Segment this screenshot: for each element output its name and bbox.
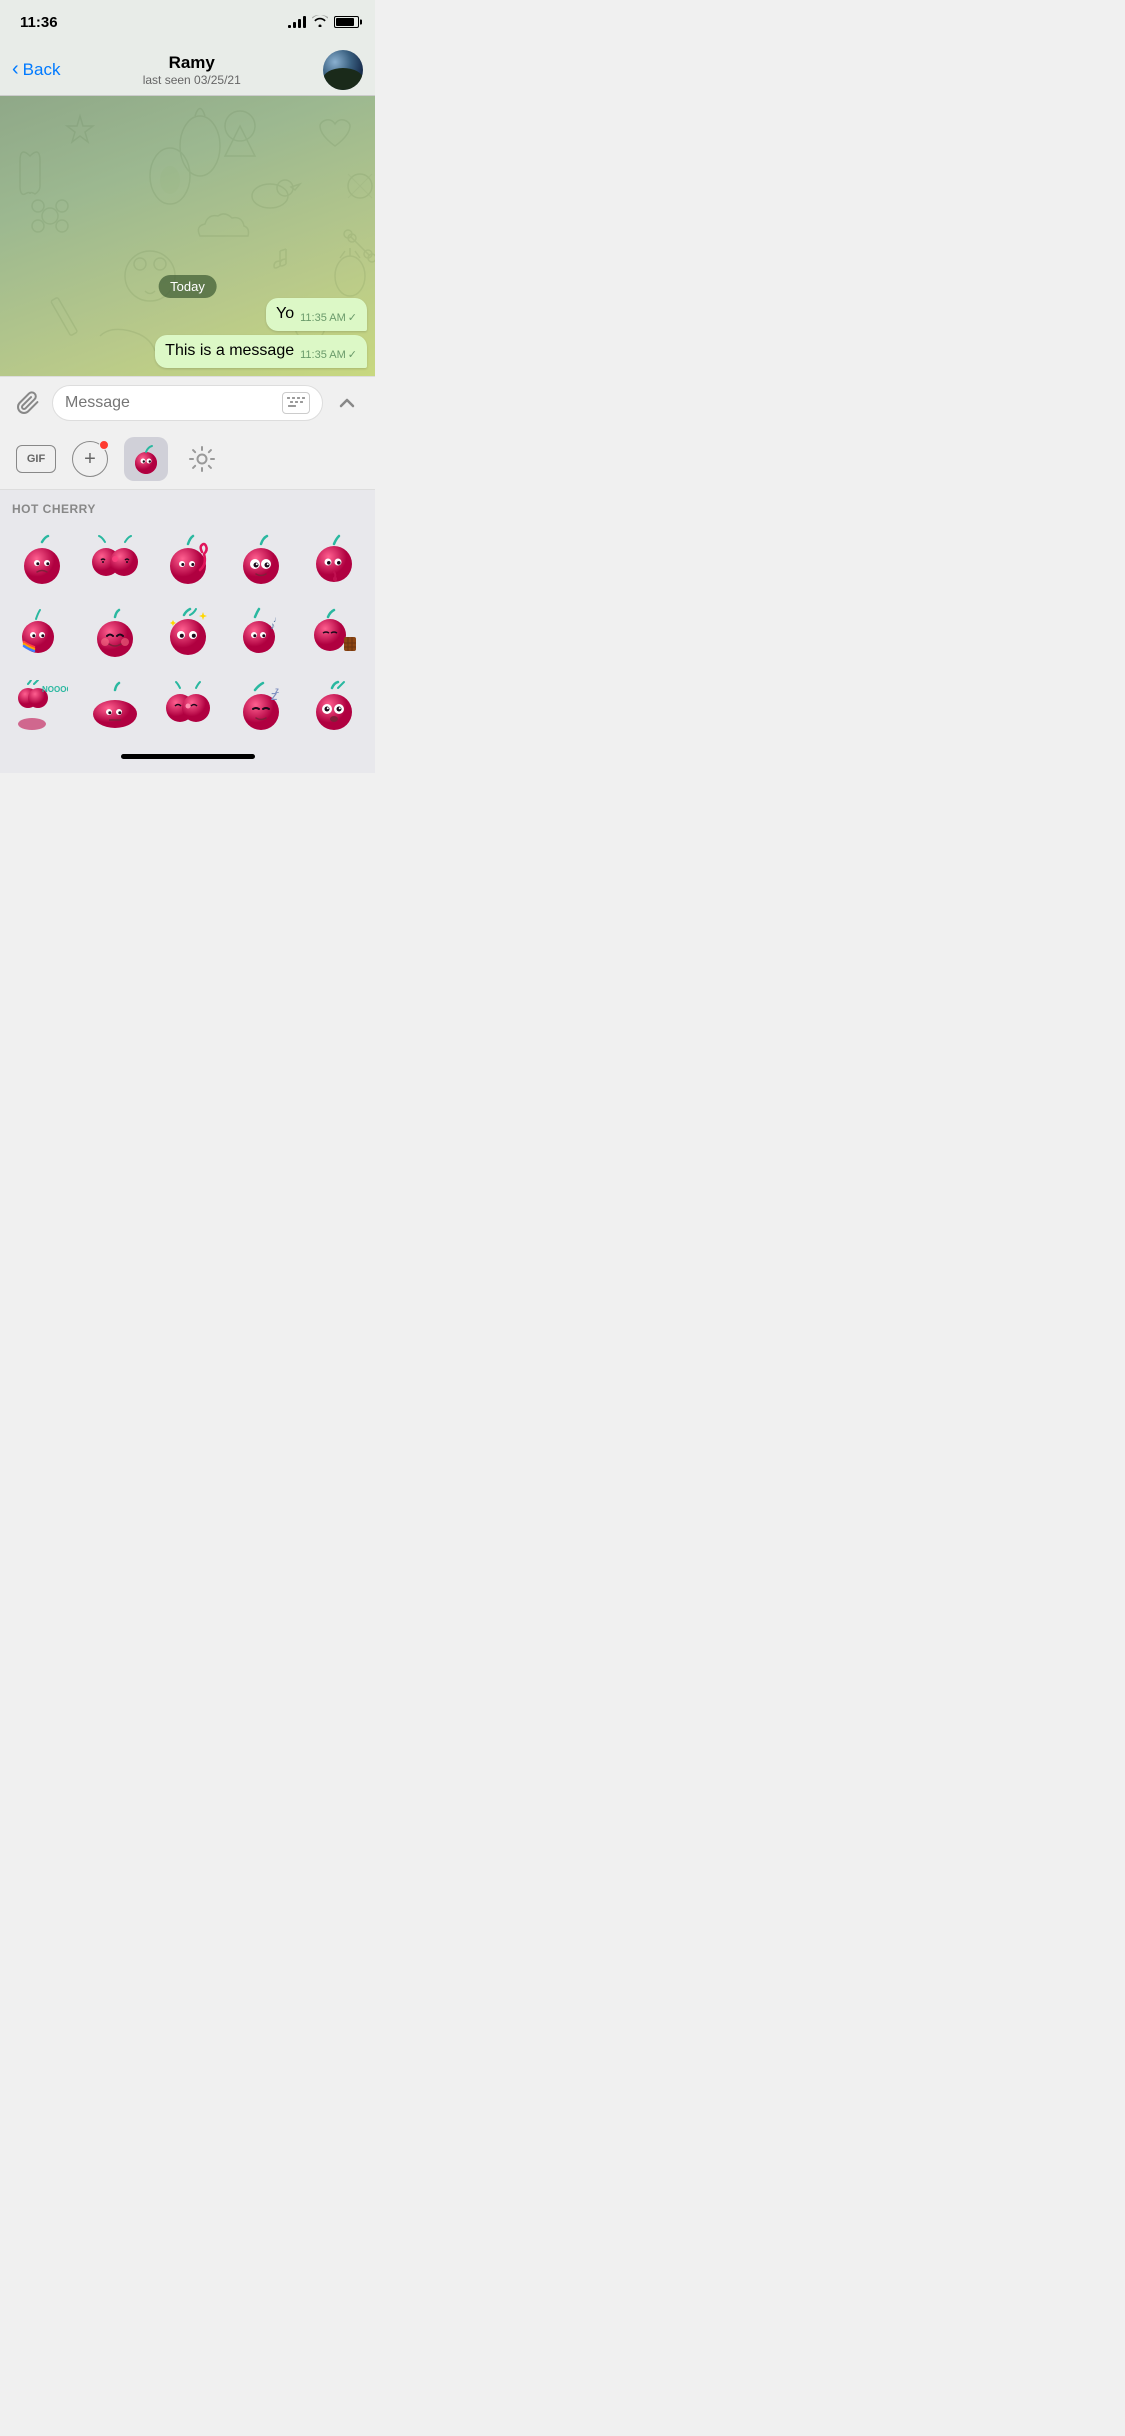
message-bubble-2: This is a message 11:35 AM ✓ <box>155 335 367 368</box>
add-sticker-button[interactable]: + <box>72 441 108 477</box>
status-icons <box>288 14 359 30</box>
chat-background: Today Yo 11:35 AM ✓ This is a message 11… <box>0 96 375 376</box>
nav-center: Ramy last seen 03/25/21 <box>143 53 241 87</box>
sticker-nooo[interactable]: NOOOO <box>8 672 75 739</box>
avatar[interactable] <box>323 50 363 90</box>
sticker-dance[interactable] <box>8 599 75 666</box>
sticker-grid-row1 <box>8 526 367 593</box>
sticker-wave[interactable] <box>154 526 221 593</box>
sticker-toolbar: GIF + <box>0 429 375 490</box>
attach-button[interactable] <box>12 387 44 419</box>
messages-container: Yo 11:35 AM ✓ This is a message 11:35 AM… <box>155 298 367 368</box>
sticker-kiss2[interactable] <box>154 672 221 739</box>
home-bar[interactable] <box>121 754 255 759</box>
message-meta-2: 11:35 AM ✓ <box>300 348 357 361</box>
message-check-2: ✓ <box>348 348 357 361</box>
sticker-section: HOT CHERRY <box>0 490 375 739</box>
status-time: 11:36 <box>20 14 58 31</box>
svg-text:z: z <box>275 686 279 695</box>
gif-button[interactable]: GIF <box>16 445 56 473</box>
back-button[interactable]: ‹ Back <box>12 58 60 81</box>
sticker-wide-eyes[interactable] <box>227 526 294 593</box>
svg-text:♩: ♩ <box>273 615 281 624</box>
sticker-sleepy[interactable]: Z z <box>227 672 294 739</box>
contact-name: Ramy <box>143 53 241 73</box>
sticker-music[interactable]: ♪ ♩ <box>227 599 294 666</box>
battery-icon <box>334 16 359 28</box>
signal-icon <box>288 16 306 28</box>
sticker-grid-row3: NOOOO <box>8 672 367 739</box>
sticker-kiss[interactable] <box>81 526 148 593</box>
sticker-drip[interactable] <box>300 526 367 593</box>
sticker-grid-row2: ♪ ♩ <box>8 599 367 666</box>
message-input[interactable] <box>65 394 282 412</box>
cherry-sticker-tab[interactable] <box>124 437 168 481</box>
sticker-sparkle[interactable] <box>154 599 221 666</box>
message-text-1: Yo <box>276 304 294 325</box>
notification-badge <box>99 440 109 450</box>
chevron-up-icon <box>335 391 359 415</box>
section-title: HOT CHERRY <box>8 502 367 516</box>
last-seen: last seen 03/25/21 <box>143 73 241 87</box>
sticker-flat[interactable] <box>81 672 148 739</box>
sticker-shock[interactable] <box>300 672 367 739</box>
message-check-1: ✓ <box>348 311 357 324</box>
input-area <box>0 376 375 429</box>
sticker-sad[interactable] <box>8 526 75 593</box>
gif-label: GIF <box>27 453 45 465</box>
wifi-icon <box>312 14 328 30</box>
back-chevron-icon: ‹ <box>12 58 19 81</box>
status-bar: 11:36 <box>0 0 375 44</box>
message-time-2: 11:35 AM <box>300 349 346 361</box>
settings-button[interactable] <box>184 441 220 477</box>
message-text-2: This is a message <box>165 341 294 362</box>
date-badge: Today <box>158 275 217 298</box>
nav-bar: ‹ Back Ramy last seen 03/25/21 <box>0 44 375 96</box>
sticker-chocolate[interactable] <box>300 599 367 666</box>
keyboard-button[interactable] <box>282 392 310 414</box>
back-label: Back <box>23 60 61 80</box>
message-time-1: 11:35 AM <box>300 312 346 324</box>
home-indicator <box>0 739 375 773</box>
svg-text:NOOOO: NOOOO <box>42 685 68 694</box>
gear-icon <box>188 445 216 473</box>
cherry-icon <box>130 443 162 475</box>
expand-button[interactable] <box>331 387 363 419</box>
paperclip-icon <box>16 391 40 415</box>
message-bubble-1: Yo 11:35 AM ✓ <box>266 298 367 331</box>
message-input-wrapper[interactable] <box>52 385 323 421</box>
sticker-blush[interactable] <box>81 599 148 666</box>
plus-icon: + <box>84 448 96 471</box>
message-meta-1: 11:35 AM ✓ <box>300 311 357 324</box>
